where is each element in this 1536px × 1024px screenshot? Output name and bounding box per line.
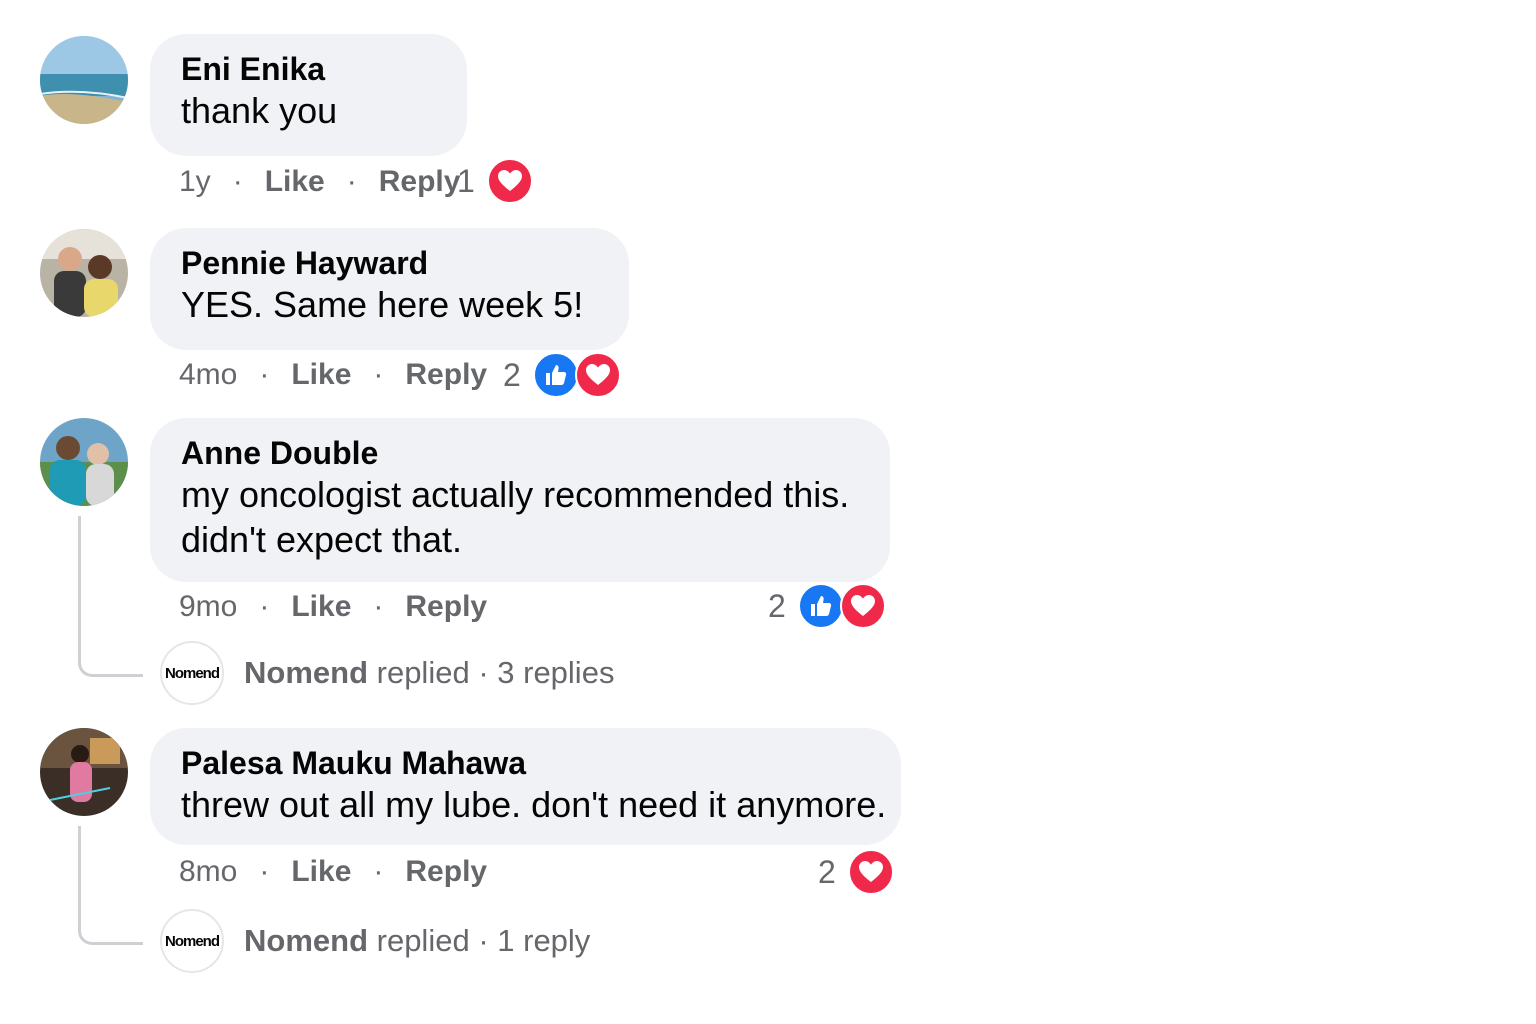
comment-actions: 8mo · Like · Reply (179, 848, 509, 896)
comment-bubble: Eni Enika thank you (150, 34, 467, 156)
reply-button[interactable]: Reply (405, 358, 487, 392)
reaction-count: 2 (768, 587, 786, 624)
replied-verb: replied (376, 655, 470, 690)
view-replies-link[interactable]: Nomend Nomend replied · 3 replies (160, 640, 614, 706)
heart-reaction-icon (839, 583, 886, 629)
reaction-count: 2 (503, 356, 521, 393)
comment-text: didn't expect that. (181, 519, 463, 560)
reaction-summary[interactable]: 2 (503, 351, 621, 399)
thumbs-up-reaction-icon (532, 352, 579, 398)
heart-reaction-icon (486, 158, 533, 204)
reply-thread-line (78, 826, 143, 945)
reaction-summary[interactable]: 2 (818, 848, 894, 896)
replier-name: Nomend (244, 655, 368, 690)
comment-text: threw out all my lube. don't need it any… (181, 784, 887, 825)
view-replies-link[interactable]: Nomend Nomend replied · 1 reply (160, 908, 590, 974)
replies-summary[interactable]: Nomend replied · 1 reply (244, 923, 590, 959)
reply-button[interactable]: Reply (405, 855, 487, 889)
comment-text: my oncologist actually recommended this. (181, 474, 850, 515)
separator-dot: · (259, 590, 270, 623)
separator-dot: · (259, 855, 270, 888)
heart-reaction-icon (574, 352, 621, 398)
comment-bubble: Palesa Mauku Mahawa threw out all my lub… (150, 728, 901, 845)
separator-dot: · (259, 358, 270, 391)
separator-dot: · (346, 165, 357, 198)
comment-author[interactable]: Palesa Mauku Mahawa (181, 744, 871, 782)
like-button[interactable]: Like (291, 855, 351, 889)
reply-count: 3 replies (497, 655, 615, 690)
page-avatar[interactable]: Nomend (160, 909, 224, 973)
avatar[interactable] (40, 728, 128, 816)
reply-button[interactable]: Reply (379, 165, 461, 199)
reply-thread-line (78, 516, 143, 677)
reaction-count: 2 (818, 853, 836, 890)
comment-text: thank you (181, 90, 338, 131)
reply-button[interactable]: Reply (405, 590, 487, 624)
comment-text: YES. Same here week 5! (181, 284, 584, 325)
comment-bubble: Anne Double my oncologist actually recom… (150, 418, 890, 582)
separator-dot: · (232, 165, 243, 198)
separator-dot: · (478, 655, 489, 690)
page-avatar[interactable]: Nomend (160, 641, 224, 705)
separator-dot: · (373, 590, 384, 623)
like-button[interactable]: Like (291, 358, 351, 392)
reaction-summary[interactable]: 1 (457, 157, 533, 205)
avatar[interactable] (40, 418, 128, 506)
separator-dot: · (373, 855, 384, 888)
replier-name: Nomend (244, 923, 368, 958)
comment-timestamp[interactable]: 4mo (179, 358, 237, 392)
comment-author[interactable]: Eni Enika (181, 50, 437, 88)
like-button[interactable]: Like (291, 590, 351, 624)
comment-author[interactable]: Pennie Hayward (181, 244, 599, 282)
thumbs-up-reaction-icon (797, 583, 844, 629)
comment-actions: 1y · Like · Reply (179, 158, 482, 206)
comment-timestamp[interactable]: 8mo (179, 855, 237, 889)
reply-count: 1 reply (497, 923, 591, 958)
replies-summary[interactable]: Nomend replied · 3 replies (244, 655, 614, 691)
comment-actions: 4mo · Like · Reply (179, 351, 509, 399)
avatar[interactable] (40, 36, 128, 124)
reaction-count: 1 (457, 162, 475, 199)
like-button[interactable]: Like (265, 165, 325, 199)
comment-bubble: Pennie Hayward YES. Same here week 5! (150, 228, 629, 350)
comment-author[interactable]: Anne Double (181, 434, 860, 472)
comment-timestamp[interactable]: 1y (179, 165, 211, 199)
reaction-summary[interactable]: 2 (768, 582, 886, 630)
heart-reaction-icon (847, 849, 894, 895)
replied-verb: replied (376, 923, 470, 958)
avatar[interactable] (40, 229, 128, 317)
comment-actions: 9mo · Like · Reply (179, 583, 509, 631)
separator-dot: · (478, 923, 489, 958)
separator-dot: · (373, 358, 384, 391)
comment-timestamp[interactable]: 9mo (179, 590, 237, 624)
